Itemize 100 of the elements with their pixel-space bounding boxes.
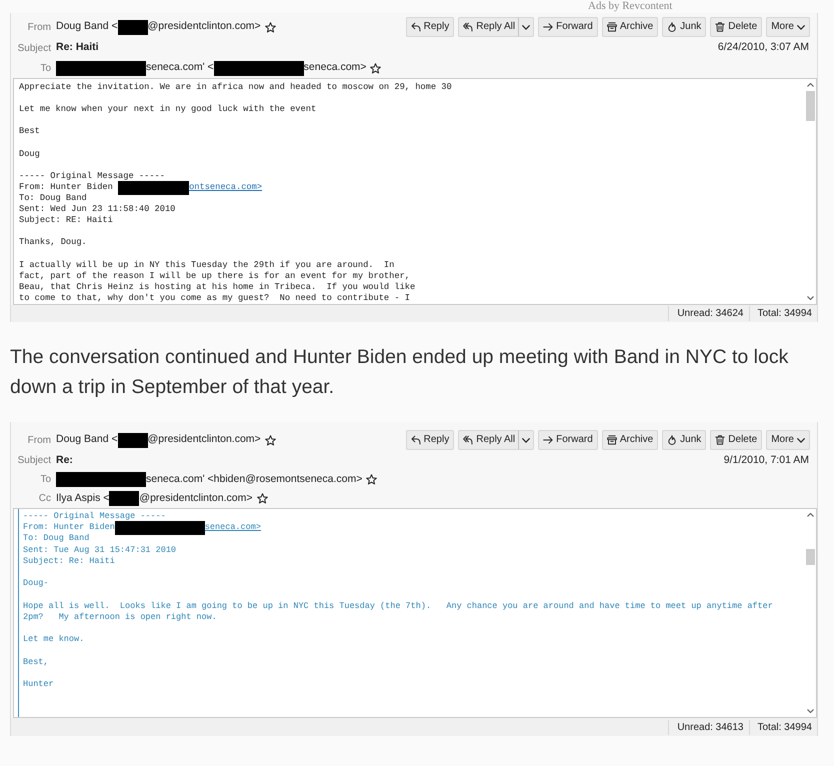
message-line: Doug- — [23, 578, 50, 590]
message-line: To: Doug Band — [23, 533, 90, 545]
archive-box-icon — [606, 435, 617, 445]
junk-button[interactable]: Junk — [662, 430, 706, 450]
message-line: To: Doug Band — [19, 192, 88, 204]
field-label: To — [39, 62, 51, 76]
message-line: ----- Original Message ----- — [23, 511, 167, 522]
reply-all-icon — [463, 22, 474, 32]
address-text: Doug Band < — [56, 19, 118, 34]
field-label: From — [26, 20, 51, 34]
date-text: 6/24/2010, 3:07 AM — [718, 40, 810, 56]
chevron-up-icon[interactable] — [807, 83, 814, 87]
address-text: Doug Band < — [56, 432, 118, 448]
field-label: Cc — [38, 492, 51, 506]
field-label: To — [39, 473, 51, 487]
caret-icon — [522, 438, 530, 442]
scrollbar-thumb[interactable] — [806, 91, 815, 121]
chevron-up-icon[interactable] — [807, 513, 814, 517]
caret-icon — [522, 24, 530, 30]
message-text: From: Hunter Biden — [23, 522, 115, 532]
reply-icon — [410, 435, 421, 445]
scrollbar-thumb[interactable] — [806, 549, 815, 565]
address-text: seneca.com' < — [146, 60, 214, 76]
reply-button[interactable]: Reply — [406, 430, 454, 450]
forward-button[interactable]: Forward — [538, 17, 598, 37]
address-text: @presidentclinton.com> — [139, 490, 252, 506]
message-line: Doug — [19, 148, 41, 160]
redaction-bar — [118, 432, 148, 448]
star-icon[interactable] — [264, 22, 276, 32]
reply-all-icon — [463, 435, 474, 445]
message-line: Hunter — [23, 678, 55, 690]
archive-button[interactable]: Archive — [602, 17, 658, 37]
redaction-bar — [118, 20, 148, 34]
unread-count: Unread: 34613 — [668, 720, 748, 734]
field-label: From — [26, 434, 51, 448]
message-line: Sent: Wed Jun 23 11:58:40 2010 — [19, 204, 176, 216]
forward-button[interactable]: Forward — [538, 430, 598, 450]
reply-icon — [410, 22, 421, 32]
junk-button[interactable]: Junk — [662, 17, 706, 37]
chevron-down-icon[interactable] — [807, 296, 814, 300]
message-line: Best, — [23, 656, 50, 668]
message-line: Let me know when your next in ny good luck with the event — [19, 104, 318, 116]
field-label: Subject — [16, 42, 51, 56]
address-text: seneca.com' <hbiden@rosemontseneca.com> — [146, 472, 362, 487]
reply-all-button[interactable]: Reply All — [458, 430, 518, 450]
star-icon[interactable] — [366, 474, 378, 485]
star-icon[interactable] — [256, 493, 268, 504]
archive-button[interactable]: Archive — [602, 430, 658, 450]
message-line: 2pm? My afternoon is open right now. — [23, 612, 218, 623]
message-line: to come to that, why don't you come as my guest? No need to contribute - I — [19, 292, 412, 304]
address-text: @presidentclinton.com> — [148, 19, 261, 34]
field-label: Subject — [16, 454, 51, 468]
star-icon[interactable] — [370, 62, 382, 74]
message-line: Subject: Re: Haiti — [23, 556, 116, 568]
message-line: Hope all is well. Looks like I am going to be up in NYC this Tuesday (the 7th). Any chance you are around and have time to meet up anytime after — [23, 600, 774, 612]
reply-all-button[interactable]: Reply All — [458, 17, 518, 37]
more-button[interactable]: More — [766, 430, 810, 450]
caret-icon — [797, 438, 805, 442]
unread-count: Unread: 34624 — [668, 306, 748, 321]
caret-icon — [797, 24, 805, 30]
date-text: 9/1/2010, 7:01 AM — [724, 452, 810, 468]
subject-text: Re: — [56, 452, 73, 468]
archive-box-icon — [606, 22, 617, 32]
article-paragraph: The conversation continued and Hunter Biden ended up meeting with Band in NYC to lock down a trip in September of that year. — [10, 345, 790, 400]
message-line: Thanks, Doug. — [19, 237, 88, 248]
message-line: Subject: RE: Haiti — [19, 215, 114, 226]
email-link[interactable]: ontseneca.com> — [189, 182, 262, 192]
flame-icon — [667, 22, 678, 32]
address-text: @presidentclinton.com> — [148, 432, 261, 448]
reply-button[interactable]: Reply — [406, 17, 454, 37]
chevron-down-icon[interactable] — [807, 709, 814, 713]
message-line: Let me know. — [23, 634, 86, 646]
message-line: Best — [19, 126, 41, 138]
email-link[interactable]: seneca.com> — [204, 522, 261, 532]
delete-button[interactable]: Delete — [710, 17, 762, 37]
reply-all-menu-button[interactable] — [518, 17, 534, 37]
reply-all-menu-button[interactable] — [518, 430, 534, 450]
message-line: Sent: Tue Aug 31 15:47:31 2010 — [23, 544, 178, 556]
redaction-bar — [118, 180, 190, 195]
total-count: Total: 34994 — [748, 306, 817, 321]
message-line: Appreciate the invitation. We are in africa now and headed to moscow on 29, home 30 — [19, 82, 453, 94]
trash-icon — [715, 22, 726, 32]
address-text: Ilya Aspis < — [56, 490, 110, 506]
message-text: From: Hunter Biden — [19, 182, 114, 192]
subject-text: Re: Haiti — [56, 40, 99, 56]
flame-icon — [667, 435, 678, 445]
message-line: ----- Original Message ----- — [19, 170, 166, 182]
message-line: I actually will be up in NY this Tuesday the 29th if you are around. In — [19, 260, 396, 271]
message-line: fact, part of the reason I will be up there is for an event for my brother, — [19, 270, 412, 282]
more-button[interactable]: More — [766, 17, 810, 37]
forward-arrow-icon — [543, 435, 554, 445]
trash-icon — [715, 435, 726, 445]
star-icon[interactable] — [264, 434, 276, 446]
forward-arrow-icon — [543, 22, 554, 32]
message-line: Beau, that Chris Heinz is hosting at his home in Tribeca. If you would like — [19, 282, 416, 293]
address-text: seneca.com> — [304, 60, 366, 76]
delete-button[interactable]: Delete — [710, 430, 762, 450]
ad-label: Ads by Revcontent — [588, 0, 672, 13]
total-count: Total: 34994 — [748, 720, 817, 734]
redaction-bar — [109, 491, 140, 506]
